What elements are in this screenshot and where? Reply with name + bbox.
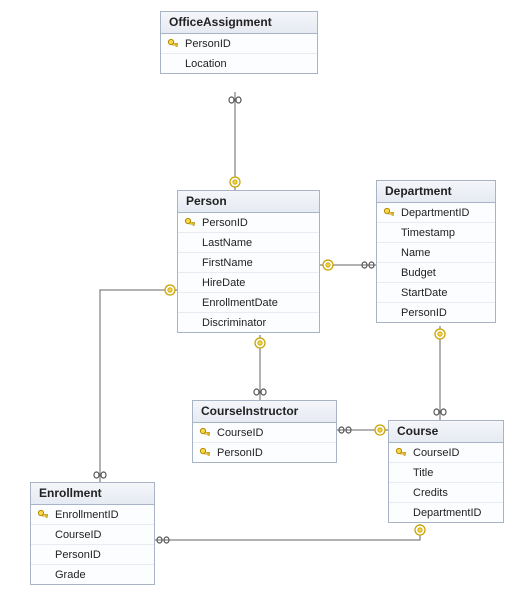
entity-department: Department DepartmentID Timestamp Name Budg… bbox=[376, 180, 496, 323]
primary-key-icon bbox=[395, 447, 407, 459]
column-row: FirstName bbox=[178, 253, 319, 273]
rel-end-many bbox=[362, 262, 374, 268]
column-row: Discriminator bbox=[178, 313, 319, 332]
entity-enrollment: Enrollment EnrollmentID CourseID PersonID G… bbox=[30, 482, 155, 585]
key-cell bbox=[381, 207, 397, 219]
column-name: DepartmentID bbox=[409, 507, 481, 519]
column-name: PersonID bbox=[213, 447, 263, 459]
column-row: PersonID bbox=[193, 443, 336, 462]
key-cell bbox=[197, 447, 213, 459]
primary-key-icon bbox=[383, 207, 395, 219]
column-row: HireDate bbox=[178, 273, 319, 293]
column-name: HireDate bbox=[198, 277, 245, 289]
column-row: EnrollmentID bbox=[31, 505, 154, 525]
entity-title: Course bbox=[389, 421, 503, 443]
rel-end-many bbox=[157, 537, 169, 543]
column-name: Name bbox=[397, 247, 430, 259]
er-diagram: { "entities": { "officeAssignment": { "t… bbox=[0, 0, 523, 603]
column-name: Credits bbox=[409, 487, 448, 499]
key-cell bbox=[197, 427, 213, 439]
column-row: DepartmentID bbox=[377, 203, 495, 223]
key-cell bbox=[35, 509, 51, 521]
entity-title: Person bbox=[178, 191, 319, 213]
primary-key-icon bbox=[167, 38, 179, 50]
column-name: PersonID bbox=[181, 38, 231, 50]
column-row: CourseID bbox=[389, 443, 503, 463]
column-row: Title bbox=[389, 463, 503, 483]
entity-title: Enrollment bbox=[31, 483, 154, 505]
rel-end-key bbox=[415, 525, 425, 535]
entity-officeassignment: OfficeAssignment PersonID Location bbox=[160, 11, 318, 74]
entity-courseinstructor: CourseInstructor CourseID PersonID bbox=[192, 400, 337, 463]
entity-title: Department bbox=[377, 181, 495, 203]
column-name: PersonID bbox=[51, 549, 101, 561]
entity-columns: DepartmentID Timestamp Name Budget StartDate… bbox=[377, 203, 495, 322]
column-row: CourseID bbox=[31, 525, 154, 545]
column-name: Location bbox=[181, 58, 227, 70]
entity-title: CourseInstructor bbox=[193, 401, 336, 423]
column-name: LastName bbox=[198, 237, 252, 249]
entity-course: Course CourseID Title Credits DepartmentID bbox=[388, 420, 504, 523]
rel-end-many bbox=[254, 389, 266, 395]
column-name: DepartmentID bbox=[397, 207, 469, 219]
rel-end-many bbox=[94, 472, 106, 478]
column-row: Timestamp bbox=[377, 223, 495, 243]
column-row: PersonID bbox=[161, 34, 317, 54]
column-row: PersonID bbox=[377, 303, 495, 322]
column-name: Timestamp bbox=[397, 227, 455, 239]
entity-columns: CourseID Title Credits DepartmentID bbox=[389, 443, 503, 522]
column-row: Location bbox=[161, 54, 317, 73]
entity-columns: CourseID PersonID bbox=[193, 423, 336, 462]
column-name: Title bbox=[409, 467, 433, 479]
column-name: PersonID bbox=[397, 307, 447, 319]
entity-columns: EnrollmentID CourseID PersonID Grade bbox=[31, 505, 154, 584]
column-name: EnrollmentDate bbox=[198, 297, 278, 309]
entity-columns: PersonID LastName FirstName HireDate Enrollm… bbox=[178, 213, 319, 332]
column-name: CourseID bbox=[213, 427, 263, 439]
column-name: Discriminator bbox=[198, 317, 266, 329]
column-name: FirstName bbox=[198, 257, 253, 269]
primary-key-icon bbox=[184, 217, 196, 229]
column-row: PersonID bbox=[178, 213, 319, 233]
column-row: StartDate bbox=[377, 283, 495, 303]
column-name: CourseID bbox=[409, 447, 459, 459]
rel-end-key bbox=[435, 329, 445, 339]
column-name: Budget bbox=[397, 267, 436, 279]
column-name: EnrollmentID bbox=[51, 509, 119, 521]
primary-key-icon bbox=[199, 427, 211, 439]
column-row: PersonID bbox=[31, 545, 154, 565]
column-row: DepartmentID bbox=[389, 503, 503, 522]
primary-key-icon bbox=[37, 509, 49, 521]
entity-person: Person PersonID LastName FirstName HireDate… bbox=[177, 190, 320, 333]
rel-end-key bbox=[165, 285, 175, 295]
column-name: PersonID bbox=[198, 217, 248, 229]
column-row: CourseID bbox=[193, 423, 336, 443]
rel-end-many bbox=[229, 97, 241, 103]
rel-end-key bbox=[255, 338, 265, 348]
column-row: LastName bbox=[178, 233, 319, 253]
key-cell bbox=[182, 217, 198, 229]
key-cell bbox=[393, 447, 409, 459]
rel-end-key bbox=[230, 177, 240, 187]
key-cell bbox=[165, 38, 181, 50]
rel-end-many bbox=[339, 427, 351, 433]
column-row: EnrollmentDate bbox=[178, 293, 319, 313]
column-row: Grade bbox=[31, 565, 154, 584]
column-row: Credits bbox=[389, 483, 503, 503]
entity-title: OfficeAssignment bbox=[161, 12, 317, 34]
primary-key-icon bbox=[199, 447, 211, 459]
column-name: Grade bbox=[51, 569, 86, 581]
column-name: CourseID bbox=[51, 529, 101, 541]
rel-end-key bbox=[323, 260, 333, 270]
column-name: StartDate bbox=[397, 287, 447, 299]
rel-end-key bbox=[375, 425, 385, 435]
column-row: Budget bbox=[377, 263, 495, 283]
entity-columns: PersonID Location bbox=[161, 34, 317, 73]
rel-end-many bbox=[434, 409, 446, 415]
column-row: Name bbox=[377, 243, 495, 263]
